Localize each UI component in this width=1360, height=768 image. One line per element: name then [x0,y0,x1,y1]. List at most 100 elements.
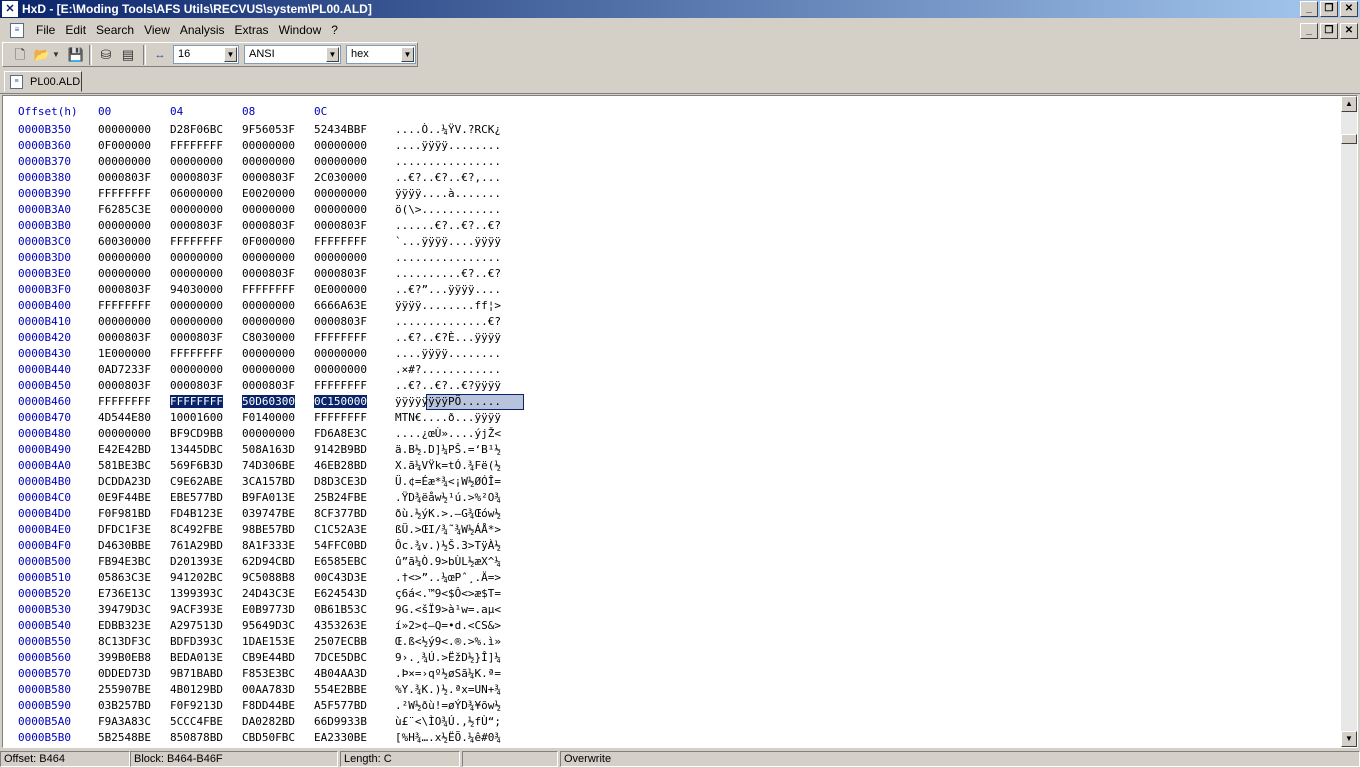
hex-byte-group[interactable]: B9FA013E [242,491,295,504]
hex-byte-group[interactable]: FD4B123E [170,507,223,520]
hex-byte-group[interactable]: 1E000000 [98,347,151,360]
hex-byte-group[interactable]: 0000803F [98,283,151,296]
ascii-text[interactable]: í»2>¢—Q=•d.<CS&> [395,619,501,632]
ascii-text[interactable]: Ôc.¾v.)½Š.3>TÿÀ½ [395,539,501,552]
hex-byte-group[interactable]: F9A3A83C [98,715,151,728]
hex-byte-group[interactable]: 5CCC4FBE [170,715,223,728]
hex-byte-group[interactable]: A297513D [170,619,223,632]
hex-byte-group[interactable]: 00000000 [314,155,367,168]
mdi-minimize-button[interactable]: _ [1300,23,1318,39]
ascii-text[interactable]: X.ã¼VŸk=tÓ.¾Fë(½ [395,459,501,472]
hex-byte-group[interactable]: 7DCE5DBC [314,651,367,664]
hex-byte-group[interactable]: E624543D [314,587,367,600]
hex-byte-group[interactable]: 00000000 [242,363,295,376]
hex-byte-group[interactable]: 0000803F [242,171,295,184]
hex-byte-group[interactable]: EDBB323E [98,619,151,632]
hex-byte-group[interactable]: FFFFFFFF [98,187,151,200]
hex-byte-group[interactable]: 0000803F [98,331,151,344]
hex-byte-group[interactable]: 00000000 [170,315,223,328]
hex-byte-group[interactable]: 00000000 [98,315,151,328]
ascii-text[interactable]: ................ [395,155,501,168]
hex-byte-group[interactable]: 581BE3BC [98,459,151,472]
hex-byte-group[interactable]: 54FFC0BD [314,539,367,552]
hex-byte-group[interactable]: 399B0EB8 [98,651,151,664]
hex-byte-group[interactable]: C1C52A3E [314,523,367,536]
hex-byte-group[interactable]: EA2330BE [314,731,367,744]
hex-byte-group[interactable]: FD6A8E3C [314,427,367,440]
ascii-text[interactable]: ðù.½ýK.>.—G¾Œów½ [395,507,501,520]
scroll-down-icon[interactable]: ▼ [1341,731,1357,747]
hex-byte-group[interactable]: E0B9773D [242,603,295,616]
hex-byte-group[interactable]: BDFD393C [170,635,223,648]
bytes-per-row-select[interactable]: 16 ▼ [173,45,239,64]
ascii-text[interactable]: ................ [395,251,501,264]
hex-byte-group[interactable]: FFFFFFFF [314,235,367,248]
hex-byte-group[interactable]: 4B0129BD [170,683,223,696]
ascii-text[interactable]: 9G.<šÏ9>à¹w=.aµ< [395,603,501,616]
hex-byte-group[interactable]: 2C030000 [314,171,367,184]
hex-byte-group[interactable]: D201393E [170,555,223,568]
hex-byte-group[interactable]: 1399393C [170,587,223,600]
minimize-button[interactable]: _ [1300,1,1318,17]
hex-byte-group[interactable]: F0F981BD [98,507,151,520]
maximize-button[interactable]: ❐ [1320,1,1338,17]
ascii-text[interactable]: ÿÿÿÿÿÿÿÿPÖ...... [395,395,501,408]
hex-byte-group[interactable]: 0000803F [170,331,223,344]
hex-byte-group[interactable]: 00000000 [314,363,367,376]
hex-byte-group[interactable]: 0000803F [242,267,295,280]
hex-byte-group[interactable]: FFFFFFFF [170,139,223,152]
ascii-text[interactable]: ç6á<.™9<$Ô<>æ$T= [395,587,501,600]
hex-byte-group[interactable]: 00000000 [98,267,151,280]
open-disk-icon[interactable]: ⛁ [97,46,115,64]
hex-byte-group[interactable]: FFFFFFFF [170,235,223,248]
hex-byte-group[interactable]: 508A163D [242,443,295,456]
hex-byte-group[interactable]: 00000000 [170,299,223,312]
hex-byte-group[interactable]: 46EB28BD [314,459,367,472]
document-icon[interactable]: ≡ [10,23,24,38]
hex-byte-group[interactable]: 761A29BD [170,539,223,552]
ascii-text[interactable]: Ü.¢=Éæ*¾<¡W½ØÓÎ= [395,475,501,488]
ascii-text[interactable]: .²W½ðù!=øÝD¾¥õw½ [395,699,501,712]
hex-byte-group[interactable]: 039747BE [242,507,295,520]
ascii-text[interactable]: `...ÿÿÿÿ....ÿÿÿÿ [395,235,501,248]
hex-byte-group[interactable]: 66D9933B [314,715,367,728]
hex-byte-group[interactable]: 60030000 [98,235,151,248]
hex-byte-group[interactable]: 00000000 [242,203,295,216]
hex-byte-group[interactable]: D28F06BC [170,123,223,136]
hex-byte-group[interactable]: 00000000 [314,251,367,264]
mdi-close-button[interactable]: ✕ [1340,23,1358,39]
ascii-text[interactable]: û”ã¼Ò.9>bÙL½æX^¼ [395,555,501,568]
hex-byte-group[interactable]: DCDDA23D [98,475,151,488]
ascii-text[interactable]: .×#?............ [395,363,501,376]
hex-byte-group[interactable]: 0DDED73D [98,667,151,680]
hex-byte-group[interactable]: 13445DBC [170,443,223,456]
hex-byte-group[interactable]: 0000803F [314,315,367,328]
charset-select[interactable]: ANSI ▼ [244,45,341,64]
hex-byte-group[interactable]: A5F577BD [314,699,367,712]
chevron-down-icon[interactable]: ▼ [326,47,339,62]
ascii-text[interactable]: ..........€?..€? [395,267,501,280]
hex-byte-group[interactable]: 06000000 [170,187,223,200]
hex-byte-group[interactable]: CB9E44BD [242,651,295,664]
ascii-text[interactable]: MTN€....ð...ÿÿÿÿ [395,411,501,424]
hex-byte-group[interactable]: 0F000000 [242,235,295,248]
hex-byte-group[interactable]: 00000000 [242,155,295,168]
menu-search[interactable]: Search [91,23,139,37]
hex-byte-group[interactable]: 569F6B3D [170,459,223,472]
hex-byte-group[interactable]: F0140000 [242,411,295,424]
scroll-up-icon[interactable]: ▲ [1341,96,1357,112]
ascii-text[interactable]: .†<>”..¼œPˆ¸.Ä=> [395,571,501,584]
tab-pl00-ald[interactable]: ≡ PL00.ALD [4,71,82,92]
hex-byte-group[interactable]: 98BE57BD [242,523,295,536]
hex-byte-group[interactable]: FFFFFFFF [242,283,295,296]
hex-byte-group[interactable]: D8D3CE3D [314,475,367,488]
hex-byte-group[interactable]: FFFFFFFF [170,347,223,360]
mdi-restore-button[interactable]: ❐ [1320,23,1338,39]
hex-editor[interactable]: Offset(h) 00 04 08 0C 0000B350 00000000 D2… [2,95,1358,748]
hex-byte-group[interactable]: C9E62ABE [170,475,223,488]
ascii-text[interactable]: ù£¨<\ÌO¾Ú.‚½fÙ“; [395,715,501,728]
ascii-text[interactable]: ä.B½.D]¼PŠ.=‘B¹½ [395,443,501,456]
menu-edit[interactable]: Edit [60,23,91,37]
hex-byte-group[interactable]: 50D60300 [242,395,295,408]
ascii-text[interactable]: ..€?..€?..€?ÿÿÿÿ [395,379,501,392]
